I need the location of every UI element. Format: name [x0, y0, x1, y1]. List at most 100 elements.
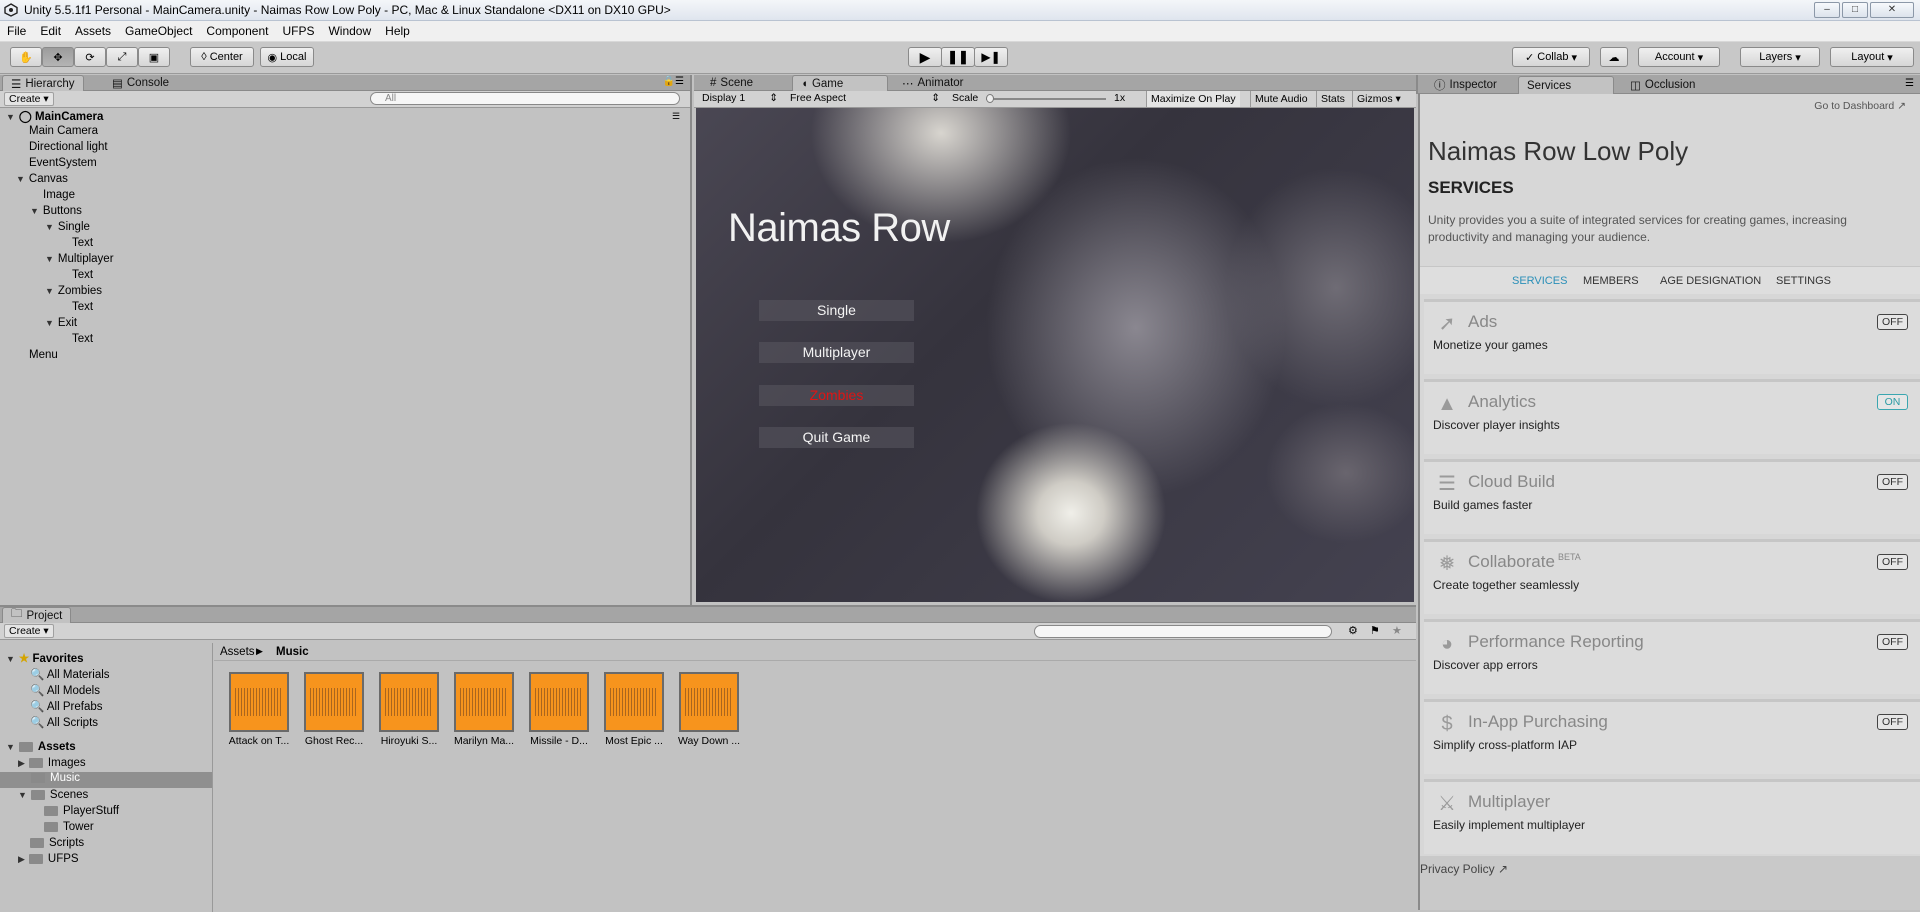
game-button-multiplayer[interactable]: Multiplayer [759, 342, 914, 363]
panel-menu-icon[interactable]: ☰ [1905, 78, 1914, 89]
scale-slider[interactable] [986, 98, 1106, 100]
game-viewport[interactable]: Naimas Row Single Multiplayer Zombies Qu… [696, 108, 1414, 602]
menu-file[interactable]: File [0, 24, 33, 38]
step-button[interactable]: ▶❚ [974, 47, 1008, 67]
tree-item[interactable]: ▼ Single [45, 221, 90, 233]
tree-item[interactable]: ▼ Buttons [30, 205, 82, 217]
account-dropdown[interactable]: Account ▾ [1638, 47, 1720, 67]
folder-item[interactable]: ▶ Images [18, 757, 86, 769]
maximize-button[interactable]: □ [1842, 2, 1868, 18]
hand-tool-button[interactable]: ✋ [10, 47, 42, 67]
tree-item[interactable]: Text [72, 237, 93, 249]
mute-audio-toggle[interactable]: Mute Audio [1250, 91, 1312, 107]
tree-item[interactable]: Directional light [29, 141, 108, 153]
tree-item[interactable]: ▼ Multiplayer [45, 253, 114, 265]
tab-project[interactable]: 🗀 Project [2, 607, 72, 623]
menu-window[interactable]: Window [321, 24, 378, 38]
dashboard-link[interactable]: Go to Dashboard ↗ [1814, 100, 1906, 112]
audio-asset[interactable]: Attack on T... [228, 672, 290, 747]
scene-root[interactable]: ▼ ◯ MainCamera [6, 109, 103, 123]
audio-asset[interactable]: Way Down ... [678, 672, 740, 747]
rect-tool-button[interactable]: ▣ [138, 47, 170, 67]
menu-gameobject[interactable]: GameObject [118, 24, 199, 38]
close-button[interactable]: ✕ [1870, 2, 1914, 18]
game-button-quit[interactable]: Quit Game [759, 427, 914, 448]
cloud-build-toggle[interactable]: OFF [1877, 474, 1908, 490]
service-ads[interactable]: ➚ Ads Monetize your games OFF [1424, 299, 1920, 374]
service-cloud-build[interactable]: ☰ Cloud Build Build games faster OFF [1424, 459, 1920, 534]
aspect-dropdown[interactable]: Free Aspect ⇕ [790, 92, 940, 104]
collaborate-toggle[interactable]: OFF [1877, 554, 1908, 570]
tree-item[interactable]: Menu [29, 349, 58, 361]
tree-item[interactable]: ▼ Canvas [16, 173, 68, 185]
fav-item[interactable]: 🔍 All Prefabs [30, 699, 103, 713]
tree-item[interactable]: Image [43, 189, 75, 201]
menu-edit[interactable]: Edit [33, 24, 68, 38]
lock-icon[interactable]: 🔒☰ [663, 76, 684, 87]
service-in-app-purchasing[interactable]: $ In-App Purchasing Simplify cross-platf… [1424, 699, 1920, 774]
nav-age-designation[interactable]: AGE DESIGNATION [1660, 275, 1761, 287]
maximize-on-play-toggle[interactable]: Maximize On Play [1146, 91, 1240, 107]
gizmos-dropdown[interactable]: Gizmos ▾ [1352, 91, 1405, 107]
tab-occlusion[interactable]: ◫ Occlusion [1622, 76, 1703, 94]
tab-hierarchy[interactable]: ☰ Hierarchy [2, 75, 84, 91]
layout-dropdown[interactable]: Layout ▾ [1830, 47, 1914, 67]
privacy-policy-link[interactable]: Privacy Policy ↗ [1420, 862, 1508, 876]
ads-toggle[interactable]: OFF [1877, 314, 1908, 330]
fav-item[interactable]: 🔍 All Materials [30, 667, 110, 681]
scene-menu-icon[interactable]: ☰ [672, 111, 680, 122]
pivot-center-button[interactable]: ◊ Center [190, 47, 254, 67]
breadcrumb-assets[interactable]: Assets [220, 646, 255, 658]
service-analytics[interactable]: ▲ Analytics Discover player insights ON [1424, 379, 1920, 454]
menu-component[interactable]: Component [199, 24, 275, 38]
analytics-toggle[interactable]: ON [1877, 394, 1908, 410]
project-search-input[interactable] [1034, 625, 1332, 638]
tree-item[interactable]: ▼ Zombies [45, 285, 102, 297]
tree-item[interactable]: Text [72, 301, 93, 313]
stats-toggle[interactable]: Stats [1316, 91, 1349, 107]
display-dropdown[interactable]: Display 1 ⇕ [702, 92, 778, 104]
cloud-button[interactable]: ☁ [1600, 47, 1628, 67]
play-button[interactable]: ▶ [908, 47, 942, 67]
audio-asset[interactable]: Hiroyuki S... [378, 672, 440, 747]
folder-item[interactable]: Tower [44, 821, 94, 833]
assets-header[interactable]: ▼ Assets [6, 741, 76, 753]
tab-console[interactable]: ▤ Console [104, 75, 177, 91]
pause-button[interactable]: ❚❚ [941, 47, 975, 67]
tree-item[interactable]: Text [72, 333, 93, 345]
menu-help[interactable]: Help [378, 24, 417, 38]
create-dropdown[interactable]: Create ▾ [4, 92, 54, 106]
tab-scene[interactable]: # Scene [702, 75, 761, 91]
game-button-single[interactable]: Single [759, 300, 914, 321]
menu-ufps[interactable]: UFPS [275, 24, 321, 38]
project-create-dropdown[interactable]: Create ▾ [4, 624, 54, 638]
fav-item[interactable]: 🔍 All Models [30, 683, 100, 697]
breadcrumb-music[interactable]: Music [276, 646, 309, 658]
tab-inspector[interactable]: ⓘ Inspector [1426, 76, 1505, 94]
favorites-header[interactable]: ▼ ★ Favorites [6, 651, 84, 665]
audio-asset[interactable]: Missile - D... [528, 672, 590, 747]
audio-asset[interactable]: Marilyn Ma... [453, 672, 515, 747]
service-performance-reporting[interactable]: ◕ Performance Reporting Discover app err… [1424, 619, 1920, 694]
folder-item-selected[interactable]: Music [0, 772, 212, 788]
folder-item[interactable]: PlayerStuff [44, 805, 119, 817]
audio-asset[interactable]: Most Epic ... [603, 672, 665, 747]
tab-game[interactable]: ◖ Game [792, 75, 888, 91]
folder-item[interactable]: ▶ UFPS [18, 853, 79, 865]
tree-item[interactable]: Main Camera [29, 125, 98, 137]
tab-animator[interactable]: ⋯ Animator [894, 75, 972, 91]
nav-settings[interactable]: SETTINGS [1776, 275, 1831, 287]
service-multiplayer[interactable]: ⚔ Multiplayer Easily implement multiplay… [1424, 779, 1920, 854]
iap-toggle[interactable]: OFF [1877, 714, 1908, 730]
star-icon[interactable]: ★ [1392, 624, 1402, 637]
move-tool-button[interactable]: ✥ [42, 47, 74, 67]
collab-dropdown[interactable]: ✓ Collab ▾ [1512, 47, 1590, 67]
tree-item[interactable]: ▼ Exit [45, 317, 77, 329]
service-collaborate[interactable]: ❅ Collaborate BETA Create together seamle… [1424, 539, 1920, 614]
rotate-tool-button[interactable]: ⟳ [74, 47, 106, 67]
tab-services[interactable]: Services [1518, 76, 1614, 94]
layers-dropdown[interactable]: Layers ▾ [1740, 47, 1820, 67]
tree-item[interactable]: EventSystem [29, 157, 97, 169]
minimize-button[interactable]: – [1814, 2, 1840, 18]
pivot-local-button[interactable]: ◉ Local [260, 47, 314, 67]
